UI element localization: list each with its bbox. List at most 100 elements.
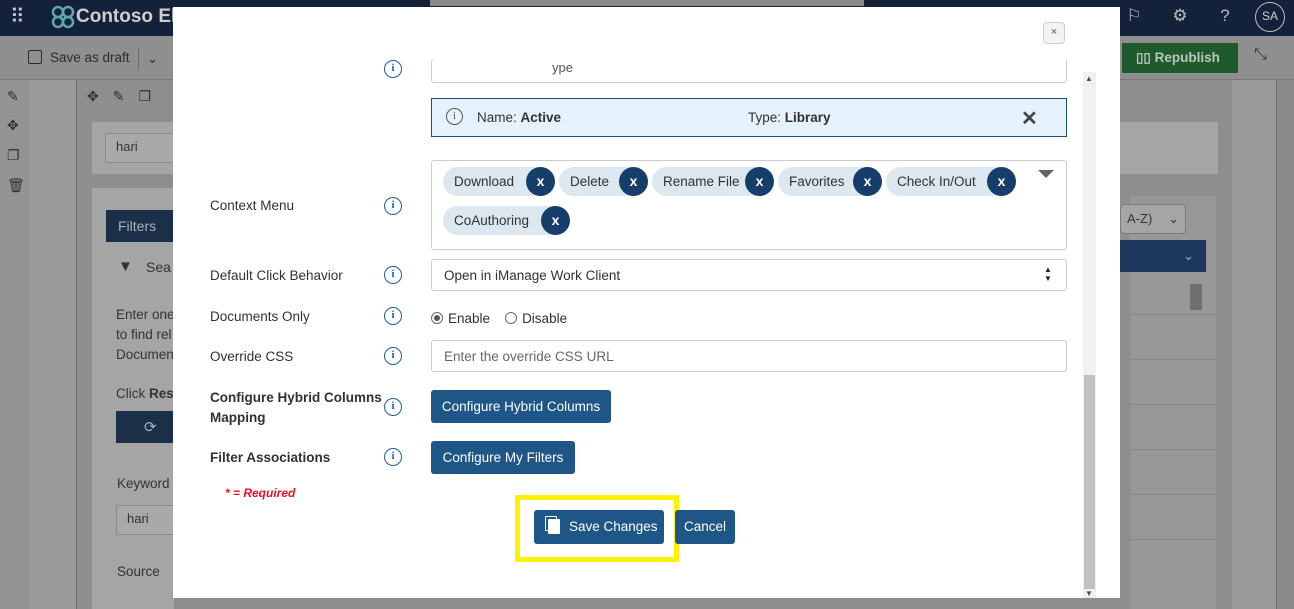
chip-download: Download x (443, 167, 555, 196)
configure-hybrid-columns-button[interactable]: Configure Hybrid Columns (431, 390, 611, 423)
save-disk-icon (28, 50, 42, 64)
default-click-behavior-value: Open in iManage Work Client (444, 268, 621, 283)
info-icon[interactable]: i (384, 398, 402, 416)
chip-remove-button[interactable]: x (619, 167, 648, 196)
webpart-toolbar: ✥✎❐ (87, 88, 165, 105)
chip-delete: Delete x (559, 167, 648, 196)
results-header-bar[interactable]: ⌄ (1120, 240, 1206, 272)
edit-icon[interactable]: ✎ (113, 88, 139, 104)
chip-favorites: Favorites x (778, 167, 882, 196)
save-document-icon (545, 516, 560, 534)
chip-remove-button[interactable]: x (987, 167, 1016, 196)
info-icon[interactable]: i (384, 266, 402, 284)
results-panel: A-Z) ⌄ ⌄ (1120, 196, 1216, 609)
modal-scrollbar-thumb[interactable] (1084, 375, 1095, 589)
info-icon[interactable]: i (384, 197, 402, 215)
radio-disable[interactable]: Disable (505, 311, 567, 326)
republish-label: Republish (1154, 50, 1220, 65)
chevron-down-icon: ⌄ (1168, 211, 1179, 226)
help-text-line-3: Documen (116, 347, 174, 362)
chevron-down-icon[interactable]: ⌄ (138, 48, 158, 70)
page-scrollbar[interactable] (1276, 80, 1294, 609)
help-icon[interactable]: ? (1214, 6, 1236, 26)
radio-disable-button[interactable] (505, 312, 518, 324)
chip-label: Favorites (789, 174, 845, 189)
save-changes-button[interactable]: Save Changes (534, 510, 664, 544)
cancel-button[interactable]: Cancel (675, 510, 735, 544)
type-label: Type: (748, 110, 782, 125)
result-row-divider (1130, 404, 1216, 405)
name-label: Name: (477, 110, 517, 125)
edit-section-icon[interactable]: ✎ (7, 88, 19, 105)
chip-remove-button[interactable]: x (745, 167, 774, 196)
library-type: Type: Library (748, 110, 831, 125)
chip-label: Check In/Out (897, 174, 976, 189)
save-changes-label: Save Changes (569, 519, 658, 534)
documents-only-radio-group: Enable Disable (431, 311, 567, 326)
sort-select[interactable]: A-Z) ⌄ (1120, 204, 1186, 234)
move-icon[interactable]: ✥ (7, 117, 19, 134)
result-row-divider (1130, 539, 1216, 540)
save-as-draft-label: Save as draft (50, 50, 130, 65)
filters-tab[interactable]: Filters (106, 210, 176, 242)
chevron-down-icon: ⌄ (1183, 248, 1194, 263)
left-tool-rail: ✎ ✥ ❐ 🗑 (0, 80, 30, 609)
user-avatar[interactable]: SA (1255, 2, 1285, 32)
save-as-draft-button[interactable]: Save as draft (28, 50, 130, 65)
chip-remove-button[interactable]: x (853, 167, 882, 196)
required-note: * = Required (225, 486, 296, 500)
radio-enable-button[interactable] (431, 312, 443, 324)
scroll-down-icon[interactable]: ▼ (1085, 589, 1093, 598)
remove-library-icon[interactable]: ✕ (1021, 106, 1038, 131)
duplicate-icon[interactable]: ❐ (7, 147, 20, 164)
global-search-box[interactable] (430, 0, 864, 6)
chip-label: Download (454, 174, 515, 189)
result-row-divider (1130, 449, 1216, 450)
duplicate-icon[interactable]: ❐ (138, 88, 165, 104)
source-label: Source (117, 564, 160, 579)
default-click-behavior-select[interactable]: Open in iManage Work Client ▲ ▼ (431, 259, 1067, 291)
partial-field-text: ype (552, 60, 573, 75)
override-css-input[interactable] (432, 341, 1066, 371)
chip-label: Delete (570, 174, 610, 189)
chip-remove-button[interactable]: x (526, 167, 555, 196)
results-scrollbar-thumb[interactable] (1190, 284, 1202, 310)
megaphone-icon[interactable]: ⚐ (1123, 6, 1145, 26)
chip-label: CoAuthoring (454, 213, 530, 228)
modal-close-button[interactable]: × (1043, 22, 1065, 44)
keyword-input[interactable]: hari (116, 505, 176, 535)
radio-enable[interactable]: Enable (431, 311, 490, 326)
chip-remove-button[interactable]: x (541, 206, 570, 235)
app-launcher-icon[interactable]: ⠿ (10, 6, 32, 28)
context-menu-multiselect[interactable]: Download x Delete x Rename File x Favori… (431, 160, 1067, 250)
brand-name[interactable]: Contoso Ele (76, 6, 187, 28)
override-css-field (431, 340, 1067, 372)
info-icon[interactable]: i (384, 307, 402, 325)
dropdown-caret-icon[interactable] (1038, 170, 1054, 178)
reset-button[interactable]: ⟳ (116, 411, 176, 443)
partial-field[interactable]: ype (431, 59, 1067, 83)
select-arrows-icon: ▲ ▼ (1044, 265, 1052, 283)
collapse-icon[interactable]: ⤡ (1254, 46, 1267, 64)
chip-rename-file: Rename File x (652, 167, 774, 196)
info-icon: i (446, 108, 463, 125)
configure-my-filters-button[interactable]: Configure My Filters (431, 441, 575, 474)
chip-coauthoring: CoAuthoring x (443, 206, 570, 235)
background-search-input[interactable]: hari (105, 133, 175, 163)
hybrid-columns-label-line1: Configure Hybrid Columns (210, 390, 382, 405)
chip-check-in-out: Check In/Out x (886, 167, 1016, 196)
selected-library-item: i Name: Active Type: Library ✕ (431, 98, 1067, 137)
info-icon[interactable]: i (384, 347, 402, 365)
brand-logo-icon (51, 5, 75, 29)
modal-scrollbar[interactable]: ▲ ▼ (1083, 72, 1096, 598)
context-menu-label: Context Menu (210, 198, 295, 213)
scroll-up-icon[interactable]: ▲ (1085, 74, 1093, 83)
settings-gear-icon[interactable]: ⚙ (1169, 6, 1191, 26)
click-text: Click (116, 386, 146, 401)
info-icon[interactable]: i (384, 448, 402, 466)
info-icon[interactable]: i (384, 60, 402, 78)
hybrid-columns-label: Configure Hybrid Columns Mapping (210, 388, 382, 428)
move-icon[interactable]: ✥ (87, 88, 113, 104)
republish-button[interactable]: ▯▯ Republish (1122, 43, 1238, 73)
delete-icon[interactable]: 🗑 (7, 177, 25, 194)
